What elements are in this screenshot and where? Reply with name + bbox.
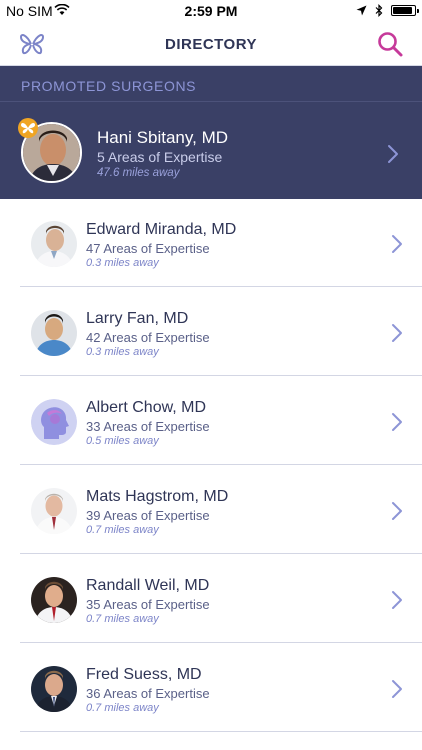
surgeon-expertise: 47 Areas of Expertise [86, 241, 210, 256]
avatar [31, 310, 77, 356]
chevron-right-icon[interactable] [391, 590, 403, 610]
avatar [31, 221, 77, 267]
chevron-right-icon[interactable] [387, 144, 399, 164]
promoted-header-label: PROMOTED SURGEONS [21, 78, 197, 94]
placeholder-head-icon [31, 399, 77, 445]
list-item[interactable]: Larry Fan, MD 42 Areas of Expertise 0.3 … [0, 288, 422, 376]
row-divider [20, 553, 422, 554]
chevron-right-icon[interactable] [391, 234, 403, 254]
row-divider [20, 642, 422, 643]
row-divider [20, 464, 422, 465]
avatar [31, 666, 77, 712]
surgeon-name: Mats Hagstrom, MD [86, 488, 229, 505]
page-title: DIRECTORY [164, 36, 257, 53]
bluetooth-icon [375, 4, 383, 17]
row-divider [20, 375, 422, 376]
row-divider [20, 286, 422, 287]
surgeon-expertise: 42 Areas of Expertise [86, 330, 210, 345]
surgeon-expertise: 35 Areas of Expertise [86, 597, 210, 612]
surgeon-distance: 0.7 miles away [86, 524, 159, 536]
list-item[interactable]: Fred Suess, MD 36 Areas of Expertise 0.7… [0, 644, 422, 732]
butterfly-badge-icon [18, 118, 38, 138]
nav-bar: DIRECTORY [0, 22, 422, 66]
promoted-header: PROMOTED SURGEONS [0, 66, 422, 102]
surgeon-distance: 0.3 miles away [86, 346, 159, 358]
avatar [31, 577, 77, 623]
battery-icon [391, 5, 419, 16]
list-item[interactable]: Edward Miranda, MD 47 Areas of Expertise… [0, 199, 422, 287]
surgeon-expertise: 39 Areas of Expertise [86, 508, 210, 523]
surgeon-name: Hani Sbitany, MD [97, 128, 229, 147]
surgeon-expertise: 33 Areas of Expertise [86, 419, 210, 434]
row-divider [20, 731, 422, 732]
chevron-right-icon[interactable] [391, 501, 403, 521]
list-item[interactable]: Mats Hagstrom, MD 39 Areas of Expertise … [0, 466, 422, 554]
surgeon-distance: 0.3 miles away [86, 257, 159, 269]
surgeon-distance: 0.7 miles away [86, 613, 159, 625]
status-bar: No SIM 2:59 PM [0, 0, 422, 22]
surgeon-name: Edward Miranda, MD [86, 221, 237, 238]
chevron-right-icon[interactable] [391, 679, 403, 699]
surgeon-distance: 47.6 miles away [97, 167, 180, 179]
promoted-section: PROMOTED SURGEONS Hani Sbitany, MD 5 Are… [0, 66, 422, 199]
surgeon-name: Fred Suess, MD [86, 666, 202, 683]
list-item[interactable]: Randall Weil, MD 35 Areas of Expertise 0… [0, 555, 422, 643]
surgeon-name: Randall Weil, MD [86, 577, 210, 594]
chevron-right-icon[interactable] [391, 412, 403, 432]
chevron-right-icon[interactable] [391, 323, 403, 343]
location-arrow-icon [356, 5, 367, 16]
surgeon-distance: 0.5 miles away [86, 435, 159, 447]
surgeon-expertise: 5 Areas of Expertise [97, 149, 223, 165]
surgeon-name: Larry Fan, MD [86, 310, 189, 327]
promoted-surgeon-row[interactable]: Hani Sbitany, MD 5 Areas of Expertise 47… [0, 102, 422, 199]
surgeon-expertise: 36 Areas of Expertise [86, 686, 210, 701]
surgeon-distance: 0.7 miles away [86, 702, 159, 714]
search-icon[interactable] [376, 30, 404, 58]
surgeon-name: Albert Chow, MD [86, 399, 207, 416]
avatar [31, 488, 77, 534]
list-item[interactable]: Albert Chow, MD 33 Areas of Expertise 0.… [0, 377, 422, 465]
